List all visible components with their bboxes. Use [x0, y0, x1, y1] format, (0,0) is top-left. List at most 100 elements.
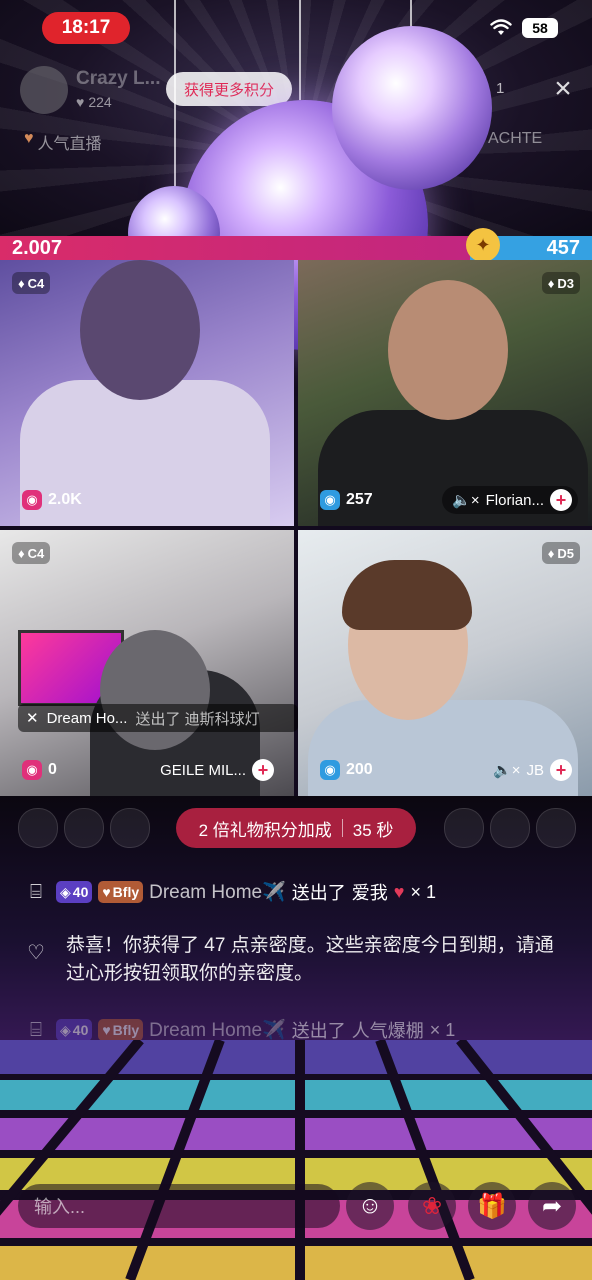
- heart-icon: ♥: [76, 94, 85, 110]
- fan-badge-label: Bfly: [112, 1022, 140, 1038]
- gifter-avatar[interactable]: [490, 808, 530, 848]
- comment-input[interactable]: 输入...: [18, 1184, 340, 1228]
- host-avatar[interactable]: [20, 66, 68, 114]
- gift-toast-action: 送出了 迪斯科球灯: [135, 710, 260, 728]
- tier-badge: ♦ D5: [541, 542, 580, 564]
- video-tile-4[interactable]: ♦ D5 ◉ 200 🔈× JB +: [298, 530, 592, 796]
- guest-name: Florian...: [485, 491, 544, 509]
- muted-icon: 🔈×: [493, 762, 521, 779]
- host-likes-count: 224: [88, 94, 112, 110]
- tile-score: ◉ 200: [320, 760, 373, 780]
- dance-floor-graphic: [0, 1040, 592, 1280]
- level-value: 40: [72, 1022, 89, 1038]
- earn-points-button[interactable]: 获得更多积分: [166, 72, 292, 106]
- gift-boost-banner: 2 倍礼物积分加成 35 秒: [176, 808, 416, 848]
- video-tile-1[interactable]: ♦ C4 ◉ 2.0K: [0, 260, 294, 526]
- present-icon[interactable]: 🎁: [468, 1182, 516, 1230]
- gifter-avatar[interactable]: [18, 808, 58, 848]
- popular-live-label: 人气直播: [37, 136, 102, 153]
- close-icon[interactable]: ×: [548, 74, 578, 104]
- score-icon: ◉: [22, 490, 42, 510]
- disco-string: [174, 0, 176, 188]
- viewer-count[interactable]: 1: [496, 80, 504, 97]
- system-message: 恭喜！你获得了 47 点亲密度。这些亲密度今日到期，请通过心形按钮领取你的亲密度…: [66, 935, 554, 984]
- follow-button[interactable]: +: [252, 759, 274, 781]
- guest-head: [388, 280, 508, 420]
- heart-icon: ♡: [27, 941, 45, 964]
- heart-gift-icon: ♥: [393, 881, 405, 902]
- video-tile-2[interactable]: ♦ D3 ◉ 257 🔈× Florian... +: [298, 260, 592, 526]
- chat-sender[interactable]: Dream Home✈️: [149, 880, 286, 904]
- tile-score-value: 0: [48, 761, 57, 778]
- share-icon[interactable]: ➦: [528, 1182, 576, 1230]
- score-icon: ◉: [320, 760, 340, 780]
- chat-sender[interactable]: Dream Home✈️: [149, 1018, 286, 1042]
- battle-score-left: 2.007: [12, 237, 63, 259]
- tier-label: C4: [27, 275, 45, 291]
- guest-name: JB: [526, 761, 544, 779]
- guest-head: [100, 630, 210, 750]
- fan-badge: ♥ Bfly: [98, 881, 144, 903]
- tier-label: D3: [557, 275, 574, 291]
- gifter-avatar[interactable]: [536, 808, 576, 848]
- guest-name-pill[interactable]: GEILE MIL... +: [150, 756, 280, 784]
- gift-icon: ⌸: [30, 880, 42, 903]
- fan-badge-label: Bfly: [112, 884, 140, 900]
- gift-toast-user: Dream Ho...: [46, 709, 128, 727]
- diamond-icon: ♦: [18, 545, 25, 561]
- gifter-avatar[interactable]: [64, 808, 104, 848]
- battery-icon: 58: [522, 18, 558, 38]
- tile-score: ◉ 257: [320, 490, 373, 510]
- score-icon: ◉: [22, 760, 42, 780]
- diamond-icon: ♦: [547, 545, 555, 561]
- battle-score-right: 457: [546, 237, 580, 259]
- battle-bar-left: [0, 236, 470, 260]
- level-value: 40: [72, 884, 89, 900]
- ranking-tag[interactable]: ACHTE: [488, 130, 542, 148]
- gift-toast-icon: ✕: [26, 710, 39, 727]
- tier-badge: ♦ C4: [12, 272, 51, 294]
- status-time: 18:17: [42, 12, 130, 44]
- tile-score: ◉ 0: [22, 760, 57, 780]
- chat-message[interactable]: ⌸ ◈ 40 ♥ Bfly Dream Home✈️ 送出了 爱我 ♥ × 1: [22, 878, 582, 906]
- gifter-avatar[interactable]: [444, 808, 484, 848]
- emoji-icon[interactable]: ☺: [346, 1182, 394, 1230]
- rose-icon[interactable]: ❀: [408, 1182, 456, 1230]
- chat-action: 送出了: [291, 883, 346, 903]
- host-name[interactable]: Crazy L...: [76, 68, 160, 90]
- popular-live-tag[interactable]: ♥ 人气直播: [24, 130, 102, 154]
- diamond-icon: ♦: [547, 275, 555, 291]
- score-icon: ◉: [320, 490, 340, 510]
- chat-gift-count: × 1: [429, 1019, 456, 1040]
- chat-gift-name: 爱我: [351, 883, 388, 903]
- tile-score-value: 200: [346, 761, 373, 778]
- tile-score: ◉ 2.0K: [22, 490, 82, 510]
- diamond-icon: ♦: [18, 275, 25, 291]
- disco-ball-medium: [332, 26, 492, 190]
- disco-string: [299, 0, 301, 100]
- tier-badge: ♦ C4: [12, 542, 51, 564]
- wifi-icon: [490, 19, 512, 35]
- gift-toast: ✕ Dream Ho... 送出了 迪斯科球灯: [18, 704, 298, 732]
- gifter-avatar[interactable]: [110, 808, 150, 848]
- boost-text: 2 倍礼物积分加成: [198, 820, 332, 840]
- tile-score-value: 2.0K: [48, 491, 82, 508]
- tier-label: D5: [557, 545, 574, 561]
- guest-name-pill[interactable]: 🔈× Florian... +: [442, 486, 578, 514]
- level-badge: ◈ 40: [56, 881, 93, 903]
- guest-name-pill[interactable]: 🔈× JB +: [483, 756, 578, 784]
- fan-badge: ♥ Bfly: [98, 1019, 144, 1041]
- level-badge: ◈ 40: [56, 1019, 93, 1041]
- guest-hair: [342, 560, 472, 630]
- follow-button[interactable]: +: [550, 489, 572, 511]
- chat-gift-count: × 1: [410, 881, 436, 902]
- tile-score-value: 257: [346, 491, 373, 508]
- heart-icon: ♥: [24, 130, 34, 147]
- video-tile-3[interactable]: ♦ C4 ◉ 0 GEILE MIL... +: [0, 530, 294, 796]
- status-icons: 58: [490, 18, 558, 38]
- follow-button[interactable]: +: [550, 759, 572, 781]
- battle-progress-bar: [0, 236, 592, 260]
- dance-floor: [0, 1040, 592, 1280]
- muted-icon: 🔈×: [452, 492, 480, 509]
- tier-badge: ♦ D3: [541, 272, 580, 294]
